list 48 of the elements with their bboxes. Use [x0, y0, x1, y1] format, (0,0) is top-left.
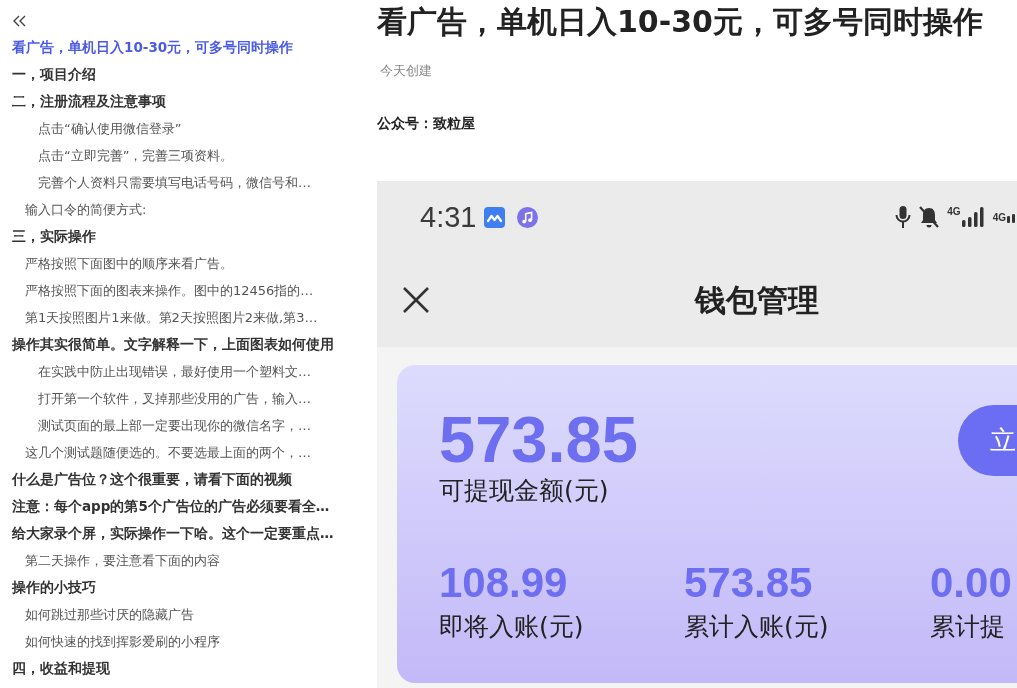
outline-item[interactable]: 严格按照下面图中的顺序来看广告。: [25, 250, 233, 277]
balance-amount: 573.85: [439, 407, 638, 472]
close-icon: [402, 286, 430, 314]
network-label: 4G: [947, 207, 961, 217]
outline-item[interactable]: 点击“立即完善”，完善三项资料。: [38, 142, 234, 169]
outline-item[interactable]: 四，收益和提现: [12, 655, 110, 682]
outline-item[interactable]: 输入口令的简便方式:: [25, 196, 147, 223]
action-button[interactable]: 立: [958, 405, 1017, 476]
collapse-icon[interactable]: [12, 15, 26, 27]
outline-item[interactable]: 完善个人资料只需要填写电话号码，微信号和…: [38, 169, 311, 196]
created-date: 今天创建: [380, 62, 432, 80]
stat-value: 573.85: [684, 562, 813, 604]
stat-label: 累计入账(元): [684, 611, 829, 643]
muted-bell-icon: [918, 205, 941, 229]
outline-item[interactable]: 第1天按照图片1来做。第2天按照图片2来做,第3…: [25, 304, 318, 331]
outline-item[interactable]: 在实践中防止出现错误，最好使用一个塑料文…: [38, 358, 311, 385]
outline-item[interactable]: 看广告，单机日入10-30元，可多号同时操作: [12, 34, 294, 61]
outline-item[interactable]: 打开第一个软件，叉掉那些没用的广告，输入…: [38, 385, 311, 412]
microphone-icon: [895, 205, 912, 229]
outline-item[interactable]: 这几个测试题随便选的。不要选最上面的两个，…: [25, 439, 311, 466]
network-label: 4G: [992, 212, 1006, 223]
outline-item[interactable]: 操作的小技巧: [12, 574, 96, 601]
stat-label: 即将入账(元): [439, 611, 584, 643]
music-note-icon: [517, 206, 539, 228]
outline-item[interactable]: 一，项目介绍: [12, 61, 96, 88]
outline-item[interactable]: 如何跳过那些讨厌的隐藏广告: [25, 601, 194, 628]
paragraph: 公众号：致粒屋: [377, 114, 475, 133]
document-title: 看广告，单机日入10-30元，可多号同时操作: [377, 3, 983, 41]
outline-item[interactable]: 给大家录个屏，实际操作一下哈。这个一定要重点…: [12, 520, 334, 547]
stat-label: 累计提: [930, 611, 1005, 643]
outline-item[interactable]: 测试页面的最上部一定要出现你的微信名字，…: [38, 412, 311, 439]
screen-title: 钱包管理: [695, 281, 819, 320]
signal-bars-icon: [961, 206, 986, 228]
stat-value: 108.99: [439, 562, 568, 604]
stat-value: 0.00: [930, 562, 1012, 604]
outline-item[interactable]: 第二天操作，要注意看下面的内容: [25, 547, 220, 574]
outline-item[interactable]: 操作其实很简单。文字解释一下，上面图表如何使用: [12, 331, 334, 358]
signal-bars-icon: [1007, 213, 1017, 223]
outline-item[interactable]: 严格按照下面的图表来操作。图中的12456指的…: [25, 277, 314, 304]
outline-item[interactable]: 二，注册流程及注意事项: [12, 88, 166, 115]
status-time: 4:31: [420, 202, 477, 232]
outline-item[interactable]: 注意：每个app的第5个广告位的广告必须要看全…: [12, 493, 330, 520]
outline-item[interactable]: 三，实际操作: [12, 223, 96, 250]
wave-icon: [484, 206, 506, 228]
outline-item[interactable]: 什么是广告位？这个很重要，请看下面的视频: [12, 466, 292, 493]
balance-label: 可提现金额(元): [439, 475, 609, 507]
outline-item[interactable]: 如何快速的找到挥影爱刷的小程序: [25, 628, 220, 655]
outline-item[interactable]: 点击“确认使用微信登录”: [38, 115, 182, 142]
